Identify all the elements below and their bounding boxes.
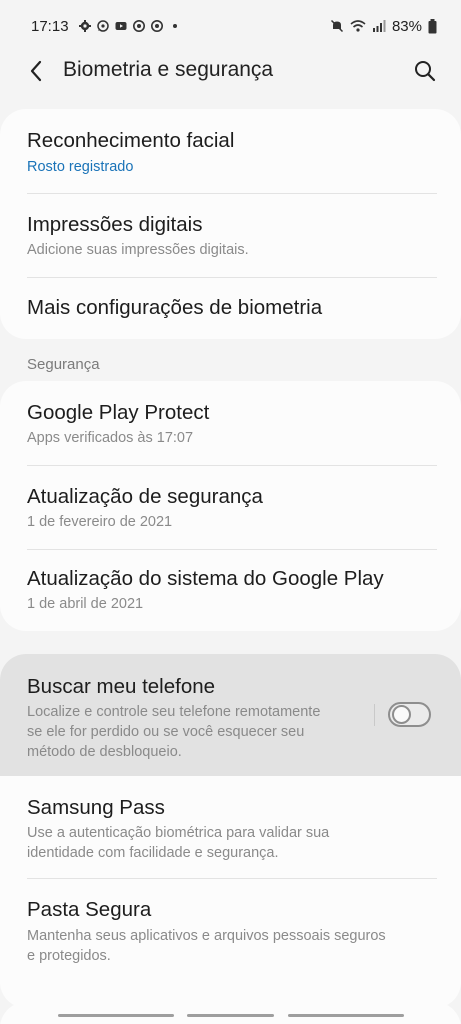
wifi-icon bbox=[350, 20, 366, 32]
item-subtitle: Rosto registrado bbox=[27, 159, 134, 175]
chrome-icon bbox=[150, 20, 163, 32]
next-card-peek bbox=[0, 1002, 461, 1024]
mute-icon bbox=[330, 19, 343, 33]
signal-icon bbox=[372, 20, 386, 32]
page-title: Biometria e segurança bbox=[63, 58, 274, 81]
item-title: Reconhecimento facial bbox=[27, 129, 235, 152]
google-play-system-update-item[interactable]: Atualização do sistema do Google Play 1 … bbox=[0, 550, 461, 631]
back-button[interactable] bbox=[22, 56, 50, 86]
subtitle-line: identidade com facilidade e segurança. bbox=[27, 845, 279, 861]
item-title: Mais configurações de biometria bbox=[27, 296, 323, 319]
subtitle-line: método de desbloqueio. bbox=[27, 744, 182, 760]
subtitle-line: Use a autenticação biométrica para valid… bbox=[27, 825, 330, 841]
toggle-separator bbox=[374, 704, 375, 726]
item-title: Atualização de segurança bbox=[27, 485, 263, 508]
subtitle-line: e protegidos. bbox=[27, 948, 111, 964]
fingerprints-item[interactable]: Impressões digitais Adicione suas impres… bbox=[0, 194, 461, 277]
item-title: Pasta Segura bbox=[27, 898, 152, 921]
subtitle-line: se ele for perdido ou se você esquecer s… bbox=[27, 724, 305, 740]
item-title: Impressões digitais bbox=[27, 213, 203, 236]
toggle-knob bbox=[392, 705, 411, 724]
subtitle-line: Localize e controle seu telefone remotam… bbox=[27, 704, 321, 720]
youtube-icon bbox=[115, 22, 127, 30]
status-bar: 17:13 83% bbox=[0, 0, 461, 52]
status-left: 17:13 bbox=[31, 18, 181, 35]
samsung-pass-item[interactable]: Samsung Pass Use a autenticação biométri… bbox=[0, 776, 461, 878]
item-title: Samsung Pass bbox=[27, 796, 165, 819]
biometrics-card: Reconhecimento facial Rosto registrado I… bbox=[0, 109, 461, 339]
subtitle-line: Mantenha seus aplicativos e arquivos pes… bbox=[27, 928, 386, 944]
search-button[interactable] bbox=[411, 56, 439, 86]
item-title: Atualização do sistema do Google Play bbox=[27, 567, 384, 590]
settings-gear-icon bbox=[78, 20, 91, 32]
item-title: Google Play Protect bbox=[27, 401, 210, 424]
nav-hint-left[interactable] bbox=[58, 1014, 174, 1017]
chevron-left-icon bbox=[30, 60, 42, 82]
item-subtitle: 1 de abril de 2021 bbox=[27, 596, 144, 612]
battery-icon bbox=[428, 18, 437, 33]
item-subtitle: Adicione suas impressões digitais. bbox=[27, 242, 249, 258]
security-card: Google Play Protect Apps verificados às … bbox=[0, 381, 461, 631]
google-play-protect-item[interactable]: Google Play Protect Apps verificados às … bbox=[0, 381, 461, 465]
find-my-mobile-toggle[interactable] bbox=[388, 702, 431, 727]
security-update-item[interactable]: Atualização de segurança 1 de fevereiro … bbox=[0, 466, 461, 549]
facial-recognition-item[interactable]: Reconhecimento facial Rosto registrado bbox=[0, 109, 461, 193]
secure-folder-item[interactable]: Pasta Segura Mantenha seus aplicativos e… bbox=[0, 879, 461, 1008]
item-subtitle: Apps verificados às 17:07 bbox=[27, 430, 194, 446]
item-subtitle: Localize e controle seu telefone remotam… bbox=[27, 702, 320, 762]
status-time: 17:13 bbox=[31, 17, 69, 35]
battery-percent: 83% bbox=[391, 17, 422, 35]
nav-hint-right[interactable] bbox=[288, 1014, 404, 1017]
status-right: 83% bbox=[330, 18, 437, 35]
whatsapp-icon bbox=[96, 20, 109, 32]
item-title: Buscar meu telefone bbox=[27, 675, 216, 698]
app-bar: Biometria e segurança bbox=[0, 52, 461, 90]
search-icon bbox=[415, 61, 436, 82]
item-subtitle: Mantenha seus aplicativos e arquivos pes… bbox=[27, 926, 386, 966]
nav-hint-center[interactable] bbox=[187, 1014, 274, 1017]
item-subtitle: 1 de fevereiro de 2021 bbox=[27, 514, 173, 530]
item-subtitle: Use a autenticação biométrica para valid… bbox=[27, 823, 329, 863]
chrome-icon bbox=[132, 20, 145, 32]
more-biometrics-settings-item[interactable]: Mais configurações de biometria bbox=[0, 278, 461, 339]
dot-icon bbox=[172, 24, 177, 28]
section-header-security: Segurança bbox=[27, 356, 100, 373]
